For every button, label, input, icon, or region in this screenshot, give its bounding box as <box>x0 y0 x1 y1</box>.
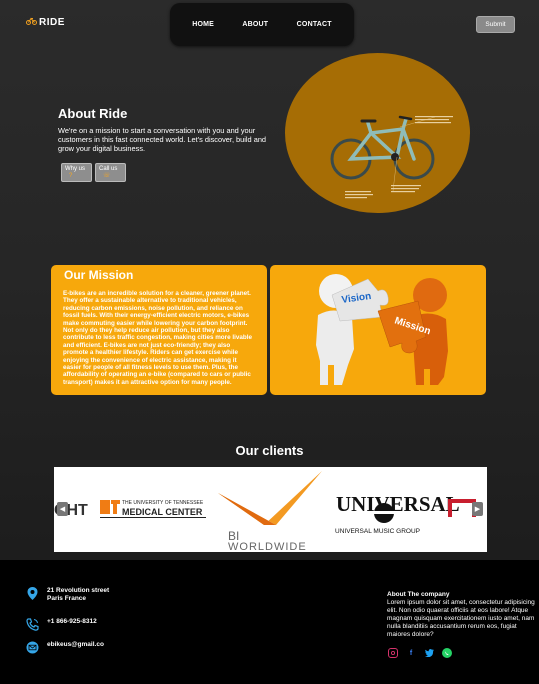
universal-music-group-logo: UNIVERSAL UNIVERSAL MUSIC GROUP <box>335 492 460 535</box>
logo-text: RIDE <box>39 17 65 28</box>
svg-text:THE UNIVERSITY OF TENNESSEE: THE UNIVERSITY OF TENNESSEE <box>122 500 204 506</box>
bi-worldwide-logo: BI WORLDWIDE <box>218 471 322 552</box>
logo[interactable]: RIDE <box>26 17 65 28</box>
phone-number[interactable]: +1 866-925-8312 <box>47 618 97 626</box>
svg-text:WORLDWIDE: WORLDWIDE <box>228 541 307 552</box>
about-company: About The company Lorem ipsum dolor sit … <box>387 591 537 639</box>
phone-icon: ☏ <box>103 173 111 179</box>
twitter-icon[interactable] <box>424 648 434 658</box>
whatsapp-icon[interactable] <box>442 648 452 658</box>
call-us-label: Call us <box>99 166 118 172</box>
mission-text: E-bikes are an incredible solution for a… <box>63 290 252 386</box>
why-us-label: Why us <box>65 166 86 172</box>
mission-title: Our Mission <box>64 268 134 282</box>
about-text: We're on a mission to start a conversati… <box>58 126 267 154</box>
mission-card: Our Mission E-bikes are an incredible so… <box>51 265 267 395</box>
nav-home[interactable]: HOME <box>192 21 214 28</box>
hero-bike-image <box>285 53 470 213</box>
bike-illustration <box>330 115 453 199</box>
about-company-text: Lorem ipsum dolor sit amet, consectetur … <box>387 599 535 638</box>
submit-button[interactable]: Submit <box>476 16 515 33</box>
svg-text:UNIVERSAL: UNIVERSAL <box>336 492 460 516</box>
email-address[interactable]: ebikeus@gmail.co <box>47 641 104 649</box>
about-title: About Ride <box>58 106 128 121</box>
clients-carousel: GHT THE UNIVERSITY OF TENNESSEE MEDICAL … <box>54 467 487 552</box>
facebook-icon[interactable]: f <box>406 648 416 658</box>
svg-text:MEDICAL CENTER: MEDICAL CENTER <box>122 507 203 517</box>
footer-address: 21 Revolution street Paris France <box>26 587 109 603</box>
question-icon: ? <box>69 173 73 179</box>
client-logos: GHT THE UNIVERSITY OF TENNESSEE MEDICAL … <box>54 471 476 552</box>
email-icon <box>26 641 39 654</box>
instagram-icon[interactable] <box>388 648 398 658</box>
nav-about[interactable]: ABOUT <box>242 21 268 28</box>
main-nav: HOME ABOUT CONTACT <box>170 3 354 46</box>
mission-puzzle-image: Vision Mission <box>270 265 486 395</box>
why-us-button[interactable]: Why us ? <box>61 163 92 182</box>
svg-text:UNIVERSAL MUSIC GROUP: UNIVERSAL MUSIC GROUP <box>335 528 420 535</box>
header: RIDE HOME ABOUT CONTACT Submit <box>0 0 539 50</box>
address-line2: Paris France <box>47 595 87 602</box>
footer-phone: +1 866-925-8312 <box>26 618 97 631</box>
carousel-next-button[interactable]: ▶ <box>472 502 483 516</box>
address-line1: 21 Revolution street <box>47 587 110 594</box>
nav-contact[interactable]: CONTACT <box>297 21 332 28</box>
clients-title: Our clients <box>235 443 304 458</box>
social-links: f <box>388 648 452 658</box>
phone-ring-icon <box>26 618 39 631</box>
puzzle-illustration: Vision Mission <box>316 274 448 385</box>
footer-email: ebikeus@gmail.co <box>26 641 104 654</box>
carousel-prev-button[interactable]: ◀ <box>57 502 68 516</box>
call-us-button[interactable]: Call us ☏ <box>95 163 126 182</box>
ut-medical-center-logo: THE UNIVERSITY OF TENNESSEE MEDICAL CENT… <box>100 500 206 518</box>
bike-logo-icon <box>26 17 37 28</box>
about-company-heading: About The company <box>387 591 450 598</box>
location-pin-icon <box>26 587 39 600</box>
